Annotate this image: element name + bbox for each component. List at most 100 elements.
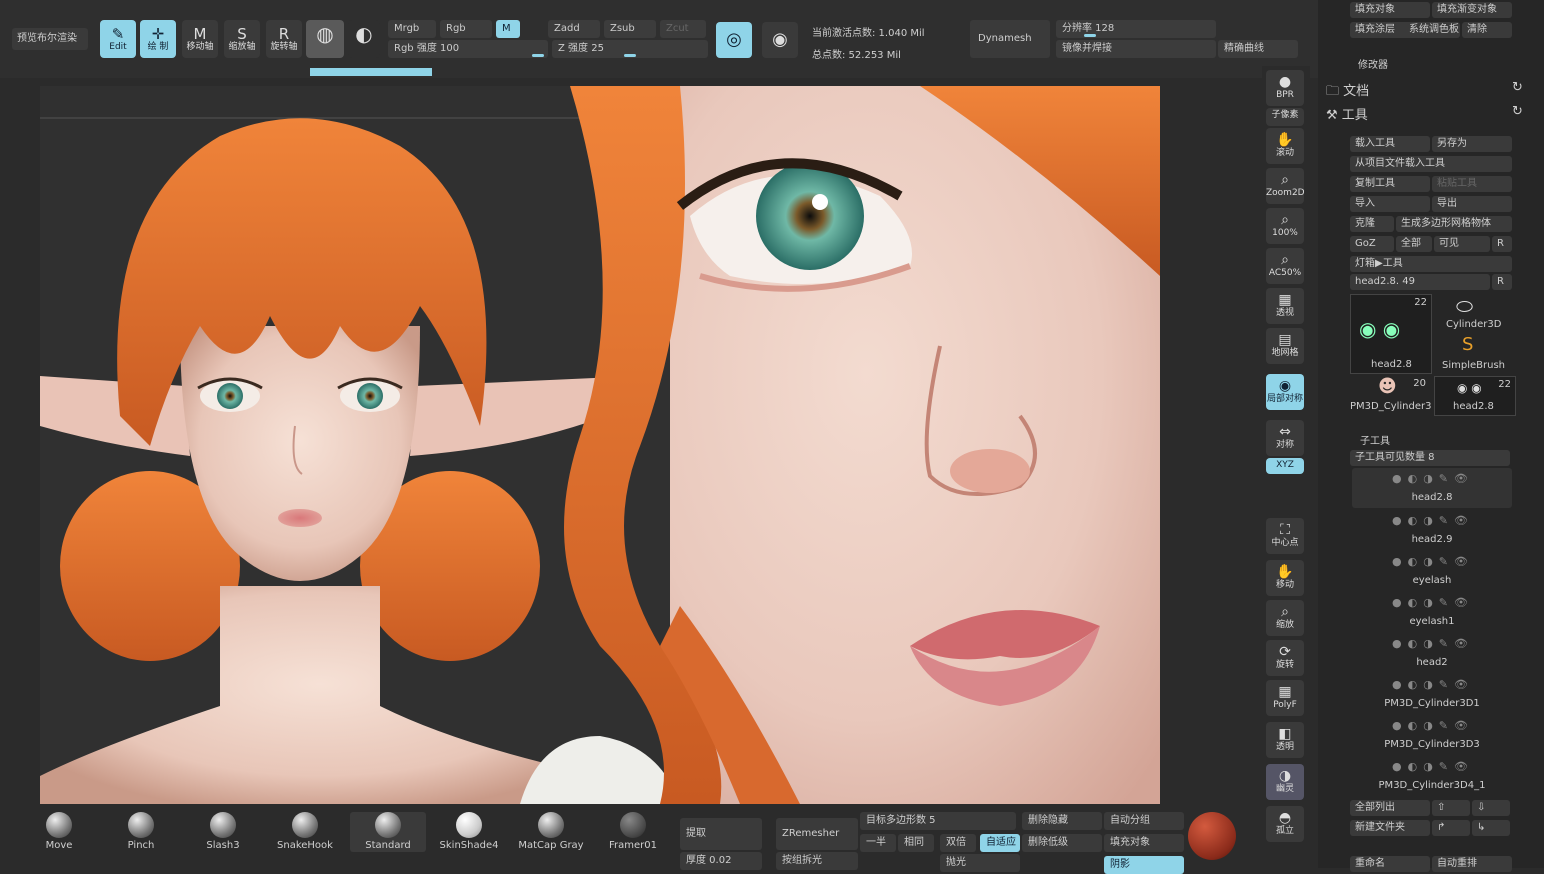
goz-r-button[interactable]: R [1492, 236, 1512, 252]
arrow-down-icon[interactable]: ⇩ [1472, 800, 1510, 816]
keep-groups-button[interactable]: 按组拆光 [776, 852, 858, 870]
rotate-view-button[interactable]: ⟳ 旋转 [1266, 640, 1304, 676]
subtool-row[interactable]: ●◐◑✎👁 head2.9 [1352, 510, 1512, 550]
make-polymesh-button[interactable]: 生成多边形网格物体 [1396, 216, 1512, 232]
same-button[interactable]: 相同 [898, 834, 934, 852]
perspective-button[interactable]: ▦ 透视 [1266, 288, 1304, 324]
auto-reorder-button[interactable]: 自动重排 [1432, 856, 1512, 872]
sculptris-pro-button[interactable]: ◎ [716, 22, 752, 58]
tool-menu[interactable]: ⚒ 工具 [1326, 104, 1368, 123]
lightbox-tools-button[interactable]: 灯箱▶工具 [1350, 256, 1512, 272]
copy-tool-button[interactable]: 复制工具 [1350, 176, 1430, 192]
list-all-button[interactable]: 全部列出 [1350, 800, 1430, 816]
extract-button[interactable]: 提取 [680, 818, 762, 850]
arrow-up-icon[interactable]: ⇧ [1432, 800, 1470, 816]
load-tool-button[interactable]: 载入工具 [1350, 136, 1430, 152]
frame-button[interactable]: ⛶ 中心点 [1266, 518, 1304, 554]
bpr-button[interactable]: ● BPR [1266, 70, 1304, 106]
dynamic-brush-button[interactable]: ◉ [762, 22, 798, 58]
goz-all-button[interactable]: 全部 [1396, 236, 1432, 252]
transparent-button[interactable]: ◧ 透明 [1266, 722, 1304, 758]
mirror-weld-button[interactable]: 镜像并焊接 [1056, 40, 1216, 58]
document-menu[interactable]: 🗀 文档 [1326, 80, 1369, 104]
zadd-toggle[interactable]: Zadd [548, 20, 600, 38]
material-framer01[interactable]: Framer01 [598, 812, 668, 852]
move-mode-button[interactable]: M 移动轴 [182, 20, 218, 58]
move-into-icon[interactable]: ↱ [1432, 820, 1470, 836]
brush-standard[interactable]: Standard [350, 812, 426, 852]
smooth-button[interactable]: 抛光 [940, 854, 1020, 872]
polyframe-button[interactable]: ▦ PolyF [1266, 680, 1304, 716]
subtool-row[interactable]: ●◐◑✎👁 head2.8 [1352, 468, 1512, 508]
scale-mode-button[interactable]: S 缩放轴 [224, 20, 260, 58]
clear-button[interactable]: 清除 [1462, 22, 1512, 38]
subtool-row[interactable]: ●◐◑✎👁 eyelash [1352, 551, 1512, 591]
subtool-row[interactable]: ●◐◑✎👁 PM3D_Cylinder3D3 [1352, 715, 1512, 755]
tool-thumbnail[interactable]: 22 ◉ ◉ head2.8 [1350, 294, 1432, 374]
brush-snakehook[interactable]: SnakeHook [270, 812, 340, 852]
half-button[interactable]: 一半 [860, 834, 896, 852]
export-button[interactable]: 导出 [1432, 196, 1512, 212]
move-view-button[interactable]: ✋ 移动 [1266, 560, 1304, 596]
xyz-button[interactable]: XYZ [1266, 458, 1304, 474]
zsub-toggle[interactable]: Zsub [604, 20, 656, 38]
subtool-row[interactable]: ●◐◑✎👁 eyelash1 [1352, 592, 1512, 632]
import-button[interactable]: 导入 [1350, 196, 1430, 212]
goz-button[interactable]: GoZ [1350, 236, 1394, 252]
brush-move[interactable]: Move [24, 812, 94, 852]
local-symmetry-button[interactable]: ◉ 局部对称 [1266, 374, 1304, 410]
viewport-canvas[interactable] [40, 86, 1160, 804]
brush-pinch[interactable]: Pinch [106, 812, 176, 852]
adaptive-button[interactable]: 自适应 [980, 834, 1020, 852]
texture-button[interactable]: ◐ [348, 20, 380, 58]
precise-curve-button[interactable]: 精确曲线 [1218, 40, 1298, 58]
resolution-slider[interactable]: 分辨率 128 [1056, 20, 1216, 38]
ac50-button[interactable]: ⌕ AC50% [1266, 248, 1304, 284]
zcut-toggle[interactable]: Zcut [660, 20, 706, 38]
tool-thumbnail[interactable]: 22 ◉ ◉ head2.8 [1434, 376, 1516, 416]
rgb-intensity-slider[interactable]: Rgb 强度 100 [388, 40, 548, 58]
fill-object-button[interactable]: 填充对象 [1350, 2, 1430, 18]
system-palette-button[interactable]: 系统调色板 [1404, 22, 1460, 38]
ghost-button[interactable]: ◑ 幽灵 [1266, 764, 1304, 800]
rename-button[interactable]: 重命名 [1350, 856, 1430, 872]
delete-lower-button[interactable]: 删除低级 [1022, 834, 1102, 852]
fill-gradient-button[interactable]: 填充渐变对象 [1432, 2, 1512, 18]
auto-groups-button[interactable]: 自动分组 [1104, 812, 1184, 830]
tool-thumbnail[interactable]: 20 ☻ PM3D_Cylinder3 [1350, 376, 1432, 414]
save-as-button[interactable]: 另存为 [1432, 136, 1512, 152]
reset-icon[interactable]: ↻ [1512, 104, 1523, 119]
load-from-project-button[interactable]: 从项目文件载入工具 [1350, 156, 1512, 172]
fill-object-bottom-button[interactable]: 填充对象 [1104, 834, 1184, 852]
subpixel-button[interactable]: 子像素 [1266, 108, 1304, 126]
solo-button[interactable]: ◓ 孤立 [1266, 806, 1304, 842]
mrgb-toggle[interactable]: Mrgb [388, 20, 436, 38]
zoom2d-button[interactable]: ⌕ Zoom2D [1266, 168, 1305, 204]
shadow-toggle[interactable]: 阴影 [1104, 856, 1184, 874]
clone-button[interactable]: 克隆 [1350, 216, 1394, 232]
subtool-visible-slider[interactable]: 子工具可见数量 8 [1350, 450, 1510, 466]
draw-button[interactable]: ✛ 绘 制 [140, 20, 176, 58]
brush-slash3[interactable]: Slash3 [188, 812, 258, 852]
material-button[interactable]: ◍ [306, 20, 344, 58]
subtool-row[interactable]: ●◐◑✎👁 PM3D_Cylinder3D1 [1352, 674, 1512, 714]
actual-size-button[interactable]: ⌕ 100% [1266, 208, 1304, 244]
double-button[interactable]: 双倍 [940, 834, 976, 852]
delete-hidden-button[interactable]: 删除隐藏 [1022, 812, 1102, 830]
subtool-row[interactable]: ●◐◑✎👁 head2 [1352, 633, 1512, 673]
zoom3d-button[interactable]: ⌕ 缩放 [1266, 600, 1304, 636]
color-picker-icon[interactable] [1188, 812, 1236, 860]
thickness-slider[interactable]: 厚度 0.02 [680, 852, 762, 870]
preview-bool-render-button[interactable]: 预览布尔渲染 [12, 28, 88, 50]
rgb-toggle[interactable]: Rgb [440, 20, 492, 38]
tool-thumbnail[interactable]: S SimpleBrush [1434, 334, 1514, 372]
dynamesh-button[interactable]: Dynamesh [970, 20, 1050, 58]
current-tool-r-button[interactable]: R [1492, 274, 1512, 290]
reset-icon[interactable]: ↻ [1512, 80, 1523, 95]
symmetry-button[interactable]: ⇔ 对称 [1266, 420, 1304, 456]
floor-grid-button[interactable]: ▤ 地网格 [1266, 328, 1304, 364]
target-polys-slider[interactable]: 目标多边形数 5 [860, 812, 1016, 830]
current-tool-slider[interactable]: head2.8. 49 [1350, 274, 1490, 290]
zremesher-button[interactable]: ZRemesher [776, 818, 858, 850]
new-folder-button[interactable]: 新建文件夹 [1350, 820, 1430, 836]
